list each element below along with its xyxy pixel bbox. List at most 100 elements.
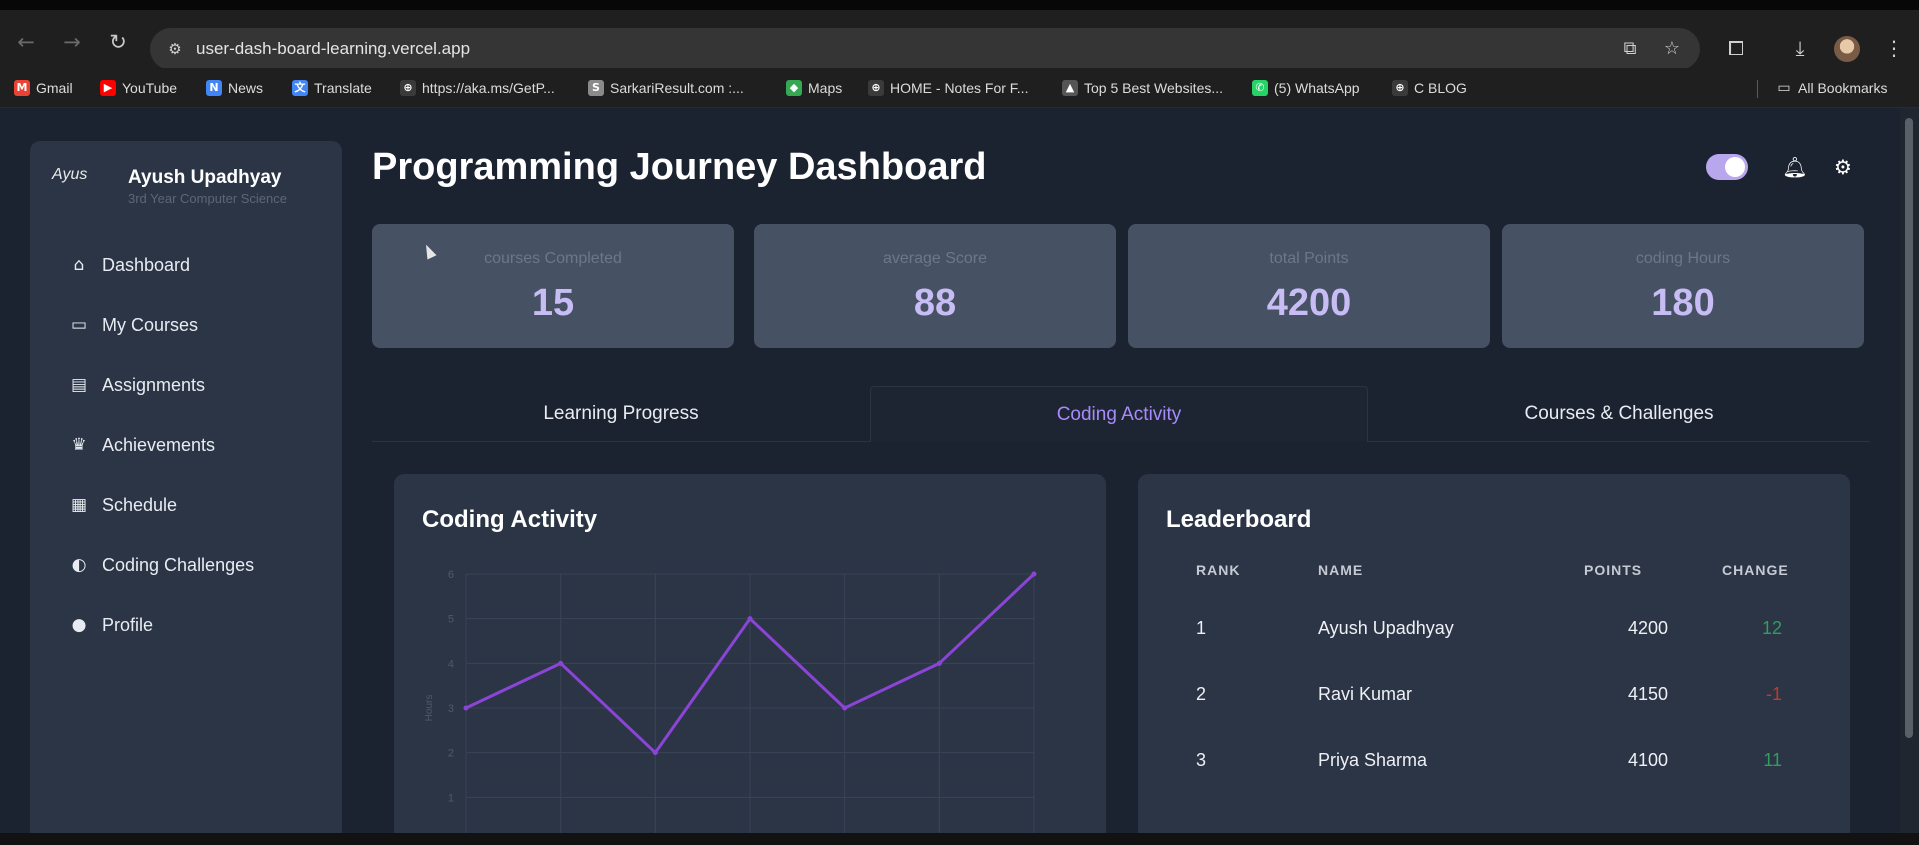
profile-logo: Ayus	[52, 166, 88, 183]
calendar-icon: ▦	[70, 495, 88, 515]
bookmark-item[interactable]: ✆ (5) WhatsApp	[1252, 78, 1360, 98]
toggle-knob	[1725, 157, 1745, 177]
card-title: Leaderboard	[1166, 506, 1312, 533]
screen-cast-icon[interactable]: ⧉	[1618, 38, 1642, 60]
address-bar[interactable]: ⚙ user-dash-board-learning.vercel.app ⧉ …	[150, 28, 1700, 70]
bookmark-item[interactable]: ▶ YouTube	[100, 78, 177, 98]
sidebar-item-assignments[interactable]: ▤ Assignments	[30, 355, 342, 415]
extensions-icon[interactable]: ⧠	[1722, 34, 1750, 62]
page-scrollbar[interactable]	[1900, 108, 1919, 833]
sidebar-item-schedule[interactable]: ▦ Schedule	[30, 475, 342, 535]
bookmark-item[interactable]: ⊕ https://aka.ms/GetP...	[400, 78, 555, 98]
stat-card-coding-hours: coding Hours 180	[1502, 224, 1864, 348]
clipboard-icon: ▤	[70, 375, 88, 395]
all-bookmarks-button[interactable]: ▭ All Bookmarks	[1776, 78, 1887, 98]
change-cell: 12	[1761, 618, 1782, 638]
tab-coding-activity[interactable]: Coding Activity	[870, 386, 1368, 442]
sidebar-item-label: My Courses	[102, 314, 199, 335]
bookmark-item[interactable]: ⊕ C BLOG	[1392, 78, 1467, 98]
forward-arrow-icon[interactable]: →	[58, 28, 86, 56]
coding-activity-chart: 01234562024-09-152024-09-162024-09-17202…	[424, 569, 1037, 833]
reload-icon[interactable]: ↻	[104, 28, 132, 56]
y-tick-label: 1	[448, 792, 454, 804]
bookmark-item[interactable]: N News	[206, 78, 263, 98]
points-cell: 4100	[1628, 750, 1669, 770]
url-text[interactable]: user-dash-board-learning.vercel.app	[196, 39, 470, 59]
sidebar-item-label: Assignments	[102, 374, 206, 395]
sidebar-item-my-courses[interactable]: ▭ My Courses	[30, 295, 342, 355]
bookmarks-bar: M Gmail ▶ YouTube N News 文 Translate ⊕ https://ak…	[0, 68, 1919, 108]
sidebar-item-dashboard[interactable]: ⌂ Dashboard	[30, 235, 342, 295]
bookmark-star-icon[interactable]: ☆	[1660, 38, 1684, 60]
y-tick-label: 6	[448, 569, 454, 581]
scrollbar-thumb[interactable]	[1905, 118, 1913, 738]
folder-icon: ▭	[1777, 80, 1791, 96]
theme-toggle[interactable]	[1706, 154, 1748, 180]
leaderboard-card: Leaderboard RANK NAME POINTS CHANGE 1 Ayu…	[1138, 474, 1850, 833]
more-menu-icon[interactable]: ⋮	[1880, 34, 1908, 62]
bookmark-label: Translate	[314, 80, 372, 96]
sidebar-item-label: Achievements	[102, 434, 216, 455]
change-cell: -1	[1765, 684, 1782, 704]
site-settings-icon[interactable]: ⚙	[164, 38, 186, 60]
news-icon: N	[206, 80, 222, 96]
whatsapp-icon: ✆	[1252, 80, 1268, 96]
home-icon: ⌂	[73, 255, 85, 275]
bookmark-item[interactable]: ▲ Top 5 Best Websites...	[1062, 78, 1223, 98]
dashboard-page: Ayus Ayush Upadhyay 3rd Year Computer Sc…	[0, 108, 1900, 833]
sidebar: Ayus Ayush Upadhyay 3rd Year Computer Sc…	[30, 141, 342, 833]
column-header-rank: RANK	[1196, 562, 1241, 578]
stat-card-average-score: average Score 88	[754, 224, 1116, 348]
bookmark-label: C BLOG	[1414, 80, 1467, 96]
coding-activity-card: Coding Activity 01234562024-09-152024-09…	[394, 474, 1106, 833]
data-point	[842, 705, 848, 711]
data-point	[652, 750, 658, 756]
sidebar-item-coding-challenges[interactable]: ◐ Coding Challenges	[30, 535, 342, 595]
globe-icon: ⊕	[400, 80, 416, 96]
sidebar-item-label: Dashboard	[102, 254, 191, 275]
points-cell: 4200	[1628, 618, 1669, 638]
gmail-icon: M	[14, 80, 30, 96]
bell-icon[interactable]: 🔔︎	[1782, 154, 1808, 180]
y-tick-label: 5	[448, 614, 454, 626]
page-title: Programming Journey Dashboard	[372, 146, 987, 188]
globe-icon: ⊕	[1392, 80, 1408, 96]
rank-cell: 1	[1196, 618, 1207, 638]
bookmark-item[interactable]: ⊕ HOME - Notes For F...	[868, 78, 1028, 98]
back-arrow-icon[interactable]: ←	[12, 28, 40, 56]
y-tick-label: 2	[448, 748, 454, 760]
data-point	[1031, 571, 1037, 577]
download-icon[interactable]: ⤓	[1786, 34, 1814, 62]
sidebar-item-profile[interactable]: ● Profile	[30, 595, 342, 655]
data-point	[936, 660, 942, 666]
sidebar-item-label: Profile	[102, 614, 154, 635]
name-cell: Priya Sharma	[1318, 750, 1428, 770]
sidebar-item-label: Coding Challenges	[102, 554, 255, 575]
bookmarks-separator	[1757, 80, 1758, 98]
y-axis-label: Hours	[424, 695, 435, 722]
sidebar-item-achievements[interactable]: ♛ Achievements	[30, 415, 342, 475]
window-bottom-strip	[0, 833, 1919, 845]
brain-icon: ◐	[71, 555, 87, 575]
name-cell: Ravi Kumar	[1318, 684, 1413, 704]
stat-value: 88	[913, 282, 957, 324]
profile-avatar[interactable]	[1834, 36, 1860, 62]
bookmark-label: HOME - Notes For F...	[890, 80, 1029, 96]
bookmark-label: SarkariResult.com :...	[610, 80, 744, 96]
name-cell: Ayush Upadhyay	[1318, 618, 1454, 638]
profile-name: Ayush Upadhyay	[128, 167, 282, 188]
sidebar-item-label: Schedule	[102, 494, 178, 515]
tab-courses-challenges[interactable]: Courses & Challenges	[1368, 386, 1870, 442]
gear-icon[interactable]: ⚙	[1830, 154, 1856, 180]
bookmark-label: Gmail	[36, 80, 73, 96]
leaderboard-row: 3 Priya Sharma 4100 11	[1138, 728, 1848, 794]
bookmark-item[interactable]: M Gmail	[14, 78, 73, 98]
user-icon: ●	[71, 615, 87, 635]
bookmark-label: YouTube	[122, 80, 178, 96]
points-cell: 4150	[1628, 684, 1669, 704]
translate-icon: 文	[292, 80, 308, 96]
bookmark-item[interactable]: S SarkariResult.com :...	[588, 78, 744, 98]
bookmark-item[interactable]: 文 Translate	[292, 78, 372, 98]
bookmark-item[interactable]: ◆ Maps	[786, 78, 842, 98]
tab-learning-progress[interactable]: Learning Progress	[372, 386, 870, 442]
